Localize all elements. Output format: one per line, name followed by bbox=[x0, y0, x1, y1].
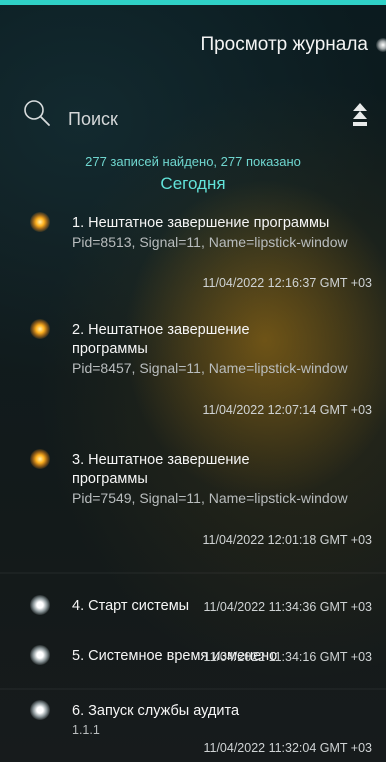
search-input[interactable]: Поиск bbox=[68, 109, 118, 130]
top-accent-bar bbox=[0, 0, 386, 5]
entry-details: Pid=8457, Signal=11, Name=lipstick-windo… bbox=[72, 360, 348, 376]
entry-timestamp: 11/04/2022 11:34:36 GMT +03 bbox=[203, 600, 372, 614]
page-title: Просмотр журнала bbox=[200, 34, 368, 55]
info-indicator-icon bbox=[30, 700, 50, 720]
log-entry[interactable]: 1. Нештатное завершение программы Pid=85… bbox=[0, 206, 386, 304]
entry-details: Pid=8513, Signal=11, Name=lipstick-windo… bbox=[72, 234, 348, 250]
entry-details: Pid=7549, Signal=11, Name=lipstick-windo… bbox=[72, 490, 348, 506]
info-indicator-icon bbox=[30, 595, 50, 615]
info-indicator-icon bbox=[30, 645, 50, 665]
log-entry[interactable]: 2. Нештатное завершение программы Pid=84… bbox=[0, 313, 386, 433]
log-entry[interactable]: 4. Старт системы 11/04/2022 11:34:36 GMT… bbox=[0, 590, 386, 638]
entry-details: 1.1.1 bbox=[72, 723, 100, 737]
pulley-indicator-icon[interactable] bbox=[376, 38, 386, 52]
results-summary: 277 записей найдено, 277 показано bbox=[85, 154, 301, 169]
entry-timestamp: 11/04/2022 11:32:04 GMT +03 bbox=[203, 741, 372, 755]
entry-timestamp: 11/04/2022 11:34:16 GMT +03 bbox=[203, 650, 372, 664]
entry-timestamp: 11/04/2022 12:16:37 GMT +03 bbox=[202, 276, 372, 290]
search-icon[interactable] bbox=[22, 98, 52, 128]
entry-title: 1. Нештатное завершение программы bbox=[72, 215, 330, 231]
entry-title: 3. Нештатное завершение программы bbox=[72, 452, 250, 487]
entry-timestamp: 11/04/2022 12:07:14 GMT +03 bbox=[202, 403, 372, 417]
log-entry[interactable]: 5. Системное время изменено 11/04/2022 1… bbox=[0, 640, 386, 690]
log-entry[interactable]: 3. Нештатное завершение программы Pid=75… bbox=[0, 443, 386, 563]
warning-indicator-icon bbox=[30, 212, 50, 232]
entry-title: 6. Запуск службы аудита bbox=[72, 703, 240, 719]
list-divider bbox=[0, 572, 386, 574]
sort-order-icon[interactable] bbox=[352, 102, 368, 128]
search-bar[interactable]: Поиск bbox=[22, 98, 372, 132]
journal-screen: Просмотр журнала Поиск 277 записей найде… bbox=[0, 0, 386, 762]
header: Просмотр журнала bbox=[0, 32, 386, 62]
warning-indicator-icon bbox=[30, 319, 50, 339]
warning-indicator-icon bbox=[30, 449, 50, 469]
entry-title: 2. Нештатное завершение программы bbox=[72, 322, 250, 357]
log-entry[interactable]: 6. Запуск службы аудита 1.1.1 11/04/2022… bbox=[0, 696, 386, 762]
section-header-today: Сегодня bbox=[160, 174, 226, 193]
entry-timestamp: 11/04/2022 12:01:18 GMT +03 bbox=[202, 533, 372, 547]
list-divider bbox=[0, 688, 386, 690]
